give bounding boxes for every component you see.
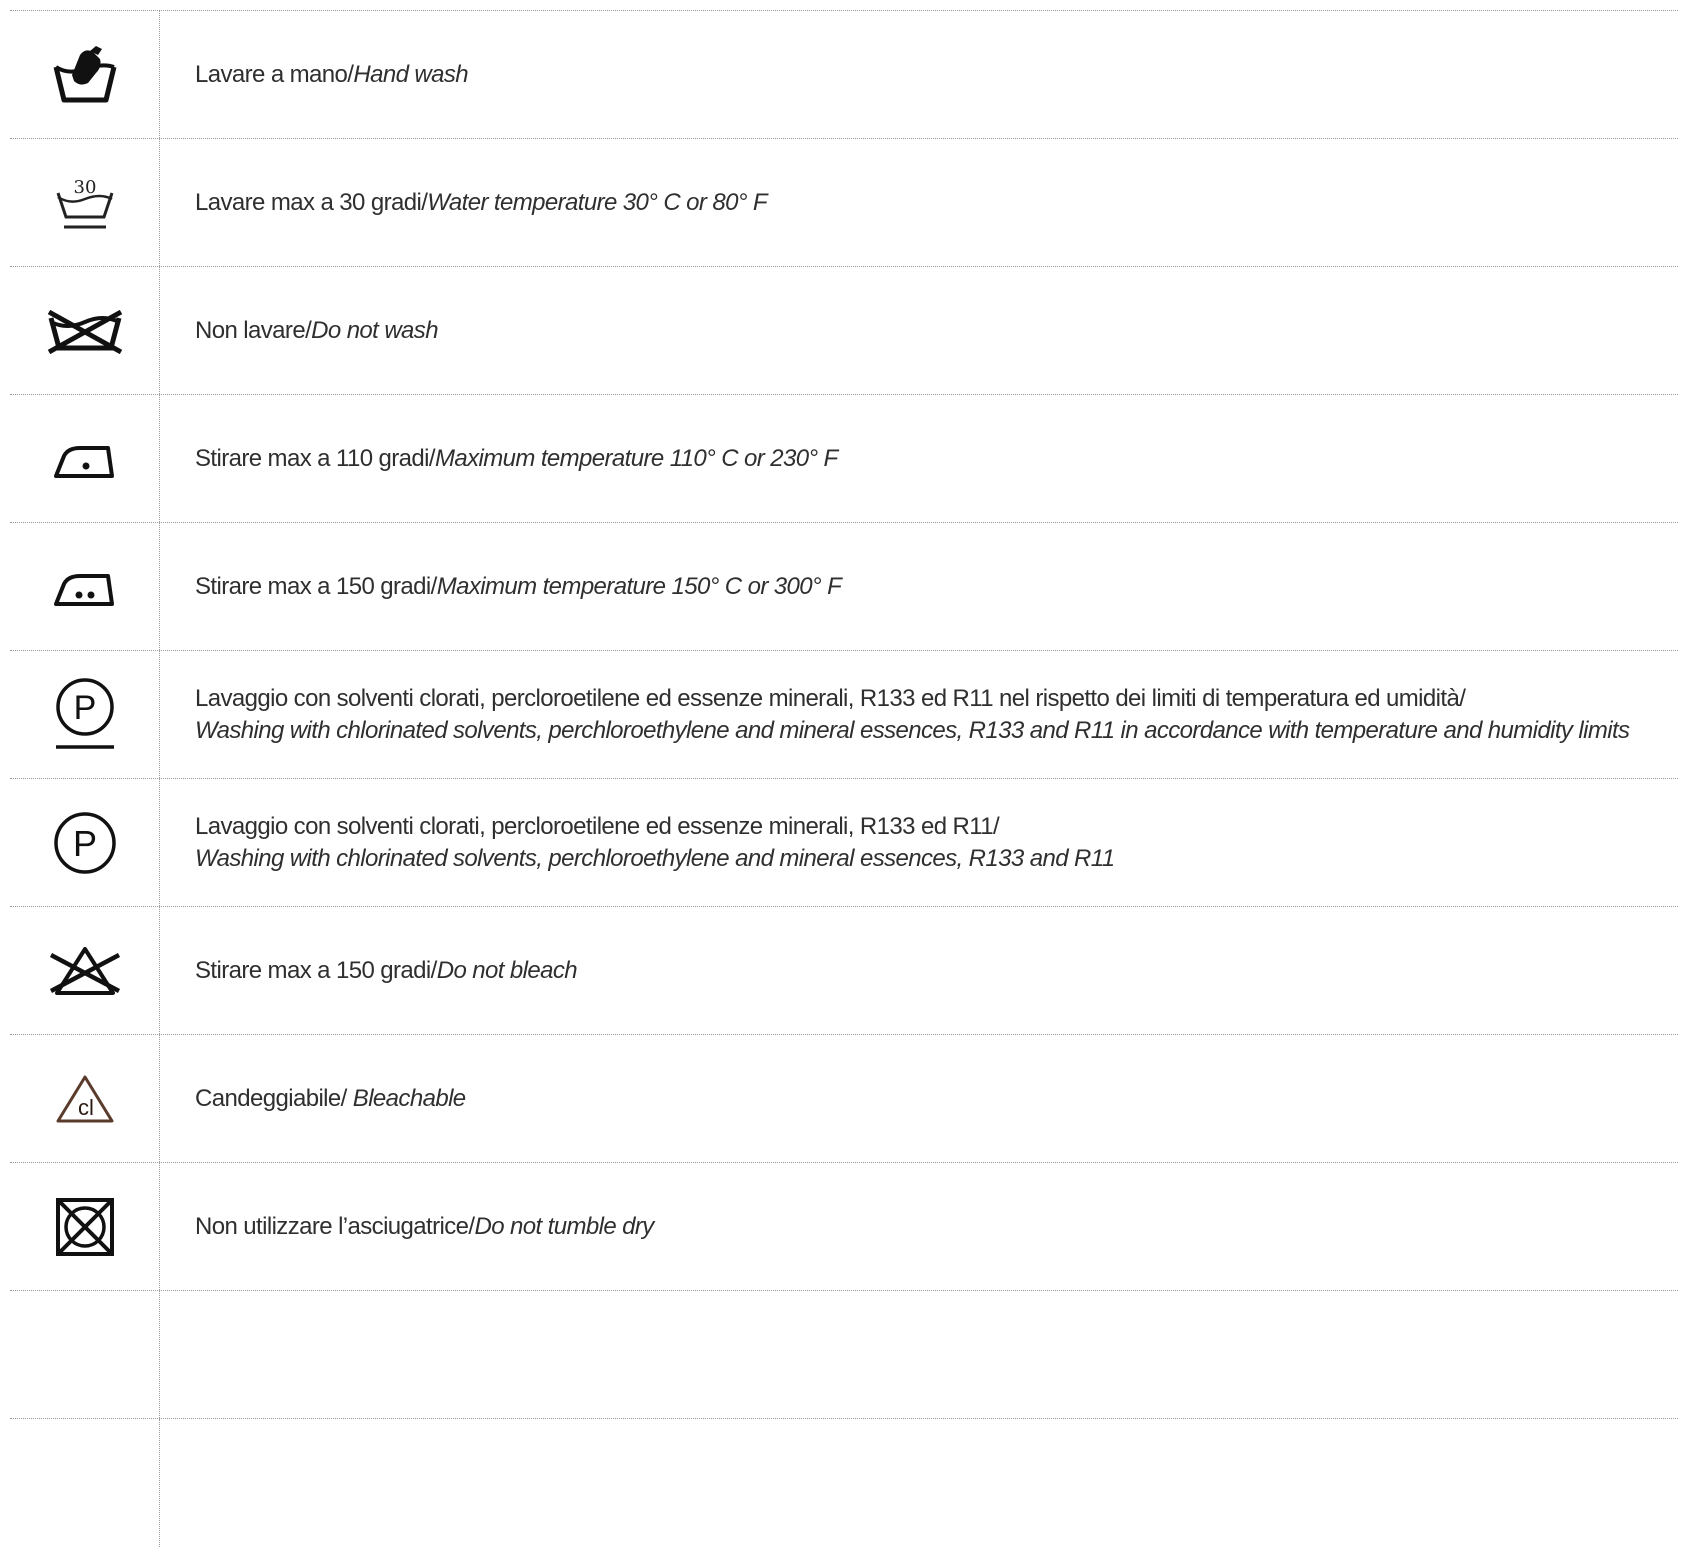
- bleach-cl-icon: cl: [56, 1075, 113, 1122]
- italian-text: Stirare max a 110 gradi/: [195, 444, 436, 472]
- care-description: Stirare max a 150 gradi/Maximum temperat…: [160, 523, 1678, 650]
- italian-text: Non lavare/: [195, 316, 312, 344]
- table-row: Non utilizzare l’asciugatrice/Do not tum…: [10, 1163, 1678, 1291]
- icon-cell: [10, 523, 160, 650]
- do-not-wash-icon: [47, 309, 122, 354]
- italian-text: Stirare max a 150 gradi/: [195, 572, 437, 600]
- table-row: cl Candeggiabile/ Bleachable: [10, 1035, 1678, 1163]
- icon-cell: [10, 1419, 160, 1547]
- icon-cell: P: [10, 651, 160, 778]
- wash-30-icon: 30: [56, 177, 113, 228]
- dry-clean-letter: P: [73, 689, 96, 727]
- empty-table-row: [10, 1291, 1678, 1419]
- english-text: Bleachable: [352, 1084, 466, 1112]
- empty-table-row: [10, 1419, 1678, 1547]
- care-description: [160, 1291, 1678, 1418]
- italian-text: Non utilizzare l’asciugatrice/: [195, 1212, 475, 1240]
- english-text: Do not tumble dry: [474, 1212, 654, 1240]
- care-description: Non lavare/Do not wash: [160, 267, 1678, 394]
- table-row: Non lavare/Do not wash: [10, 267, 1678, 395]
- care-description: Lavare max a 30 gradi/Water temperature …: [160, 139, 1678, 266]
- wash-temperature-label: 30: [73, 177, 96, 198]
- dry-clean-p-underline-icon: P: [55, 677, 114, 749]
- icon-cell: 30: [10, 139, 160, 266]
- icon-cell: [10, 267, 160, 394]
- care-description: Non utilizzare l’asciugatrice/Do not tum…: [160, 1163, 1678, 1290]
- icon-cell: [10, 1163, 160, 1290]
- do-not-tumble-dry-icon: [55, 1197, 114, 1256]
- care-description: Stirare max a 150 gradi/Do not bleach: [160, 907, 1678, 1034]
- english-text: Washing with chlorinated solvents, perch…: [195, 844, 1115, 872]
- care-description: Candeggiabile/ Bleachable: [160, 1035, 1678, 1162]
- bleach-label: cl: [78, 1095, 94, 1120]
- dry-clean-letter: P: [72, 823, 96, 864]
- icon-cell: [10, 395, 160, 522]
- italian-text: Candeggiabile/: [195, 1084, 353, 1112]
- table-row: Stirare max a 110 gradi/Maximum temperat…: [10, 395, 1678, 523]
- english-text: Hand wash: [353, 60, 469, 88]
- iron-two-dots-icon: [53, 573, 114, 606]
- table-row: P Lavaggio con solventi clorati, perclor…: [10, 779, 1678, 907]
- icon-cell: [10, 1291, 160, 1418]
- icon-cell: [10, 907, 160, 1034]
- english-text: Maximum temperature 110° C or 230° F: [434, 444, 838, 472]
- hand-wash-icon: [53, 45, 116, 102]
- english-text: Do not bleach: [436, 956, 578, 984]
- english-text: Water temperature 30° C or 80° F: [427, 188, 767, 216]
- italian-text: Lavaggio con solventi clorati, percloroe…: [195, 684, 1466, 712]
- care-description: Lavare a mano/Hand wash: [160, 11, 1678, 138]
- italian-text: Lavare max a 30 gradi/: [195, 188, 428, 216]
- italian-text: Lavaggio con solventi clorati, percloroe…: [195, 812, 1000, 840]
- table-row: Stirare max a 150 gradi/Maximum temperat…: [10, 523, 1678, 651]
- care-description: [160, 1419, 1678, 1547]
- care-symbols-table: Lavare a mano/Hand wash 30 Lavare max a …: [10, 10, 1678, 1547]
- italian-text: Stirare max a 150 gradi/: [195, 956, 437, 984]
- icon-cell: P: [10, 779, 160, 906]
- iron-one-dot-icon: [53, 445, 114, 478]
- care-description: Lavaggio con solventi clorati, percloroe…: [160, 651, 1678, 778]
- english-text: Washing with chlorinated solvents, perch…: [195, 716, 1630, 744]
- dry-clean-p-icon: P: [53, 811, 116, 874]
- care-description: Stirare max a 110 gradi/Maximum temperat…: [160, 395, 1678, 522]
- care-description: Lavaggio con solventi clorati, percloroe…: [160, 779, 1678, 906]
- english-text: Do not wash: [311, 316, 438, 344]
- icon-cell: cl: [10, 1035, 160, 1162]
- table-row: P Lavaggio con solventi clorati, perclor…: [10, 651, 1678, 779]
- english-text: Maximum temperature 150° C or 300° F: [436, 572, 842, 600]
- icon-cell: [10, 11, 160, 138]
- table-row: Lavare a mano/Hand wash: [10, 11, 1678, 139]
- do-not-bleach-icon: [49, 946, 120, 995]
- table-row: 30 Lavare max a 30 gradi/Water temperatu…: [10, 139, 1678, 267]
- table-row: Stirare max a 150 gradi/Do not bleach: [10, 907, 1678, 1035]
- italian-text: Lavare a mano/: [195, 60, 354, 88]
